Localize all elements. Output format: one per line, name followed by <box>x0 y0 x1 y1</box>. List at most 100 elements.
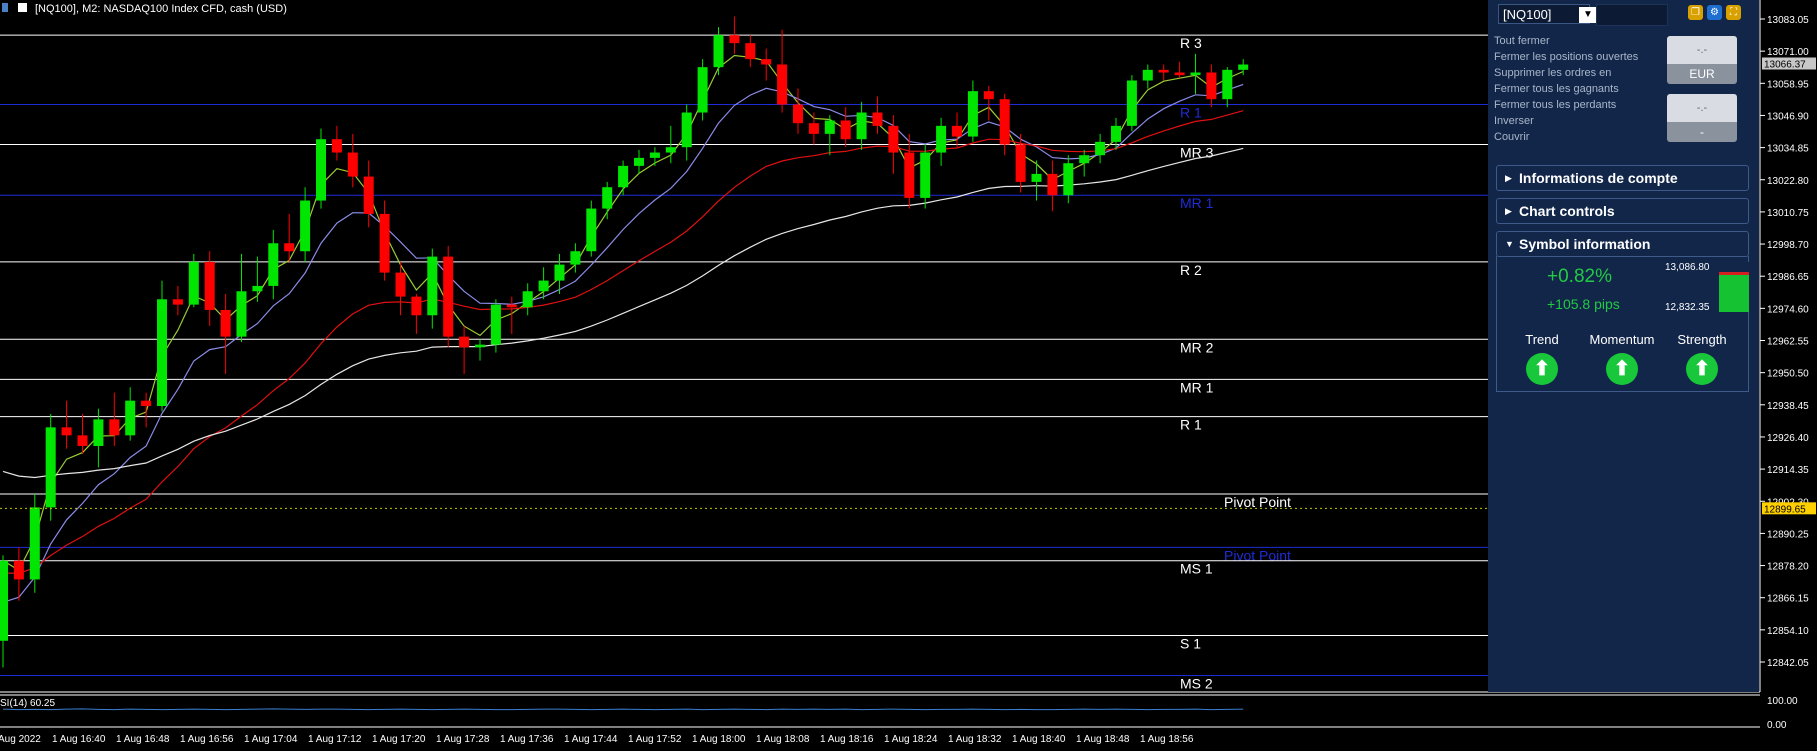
action-close-winners[interactable]: Fermer tous les gagnants <box>1494 81 1659 97</box>
action-close-all[interactable]: Tout fermer <box>1494 33 1659 49</box>
candle-body <box>856 112 867 140</box>
pivot-line-label: MS 2 <box>1180 675 1213 691</box>
price-tick-label: 13071.00 <box>1767 47 1809 58</box>
candle-body <box>300 200 311 252</box>
candle-body <box>1063 163 1074 196</box>
chevron-down-icon: ▼ <box>1505 239 1514 249</box>
price-tick-label: 13022.80 <box>1767 176 1809 187</box>
candle-body <box>109 419 120 436</box>
time-tick-label: 1 Aug 17:52 <box>628 734 682 745</box>
candle-body <box>379 213 390 273</box>
rsi-tick-label: 100.00 <box>1767 696 1798 707</box>
candle-body <box>188 261 199 305</box>
candle-body <box>395 272 406 297</box>
candle-body <box>347 152 358 177</box>
profit-value: -.- <box>1667 36 1737 64</box>
candle-body <box>13 560 24 580</box>
time-axis: Aug 2022 1 Aug 16:40 1 Aug 16:48 1 Aug 16:5… <box>0 726 1760 745</box>
time-tick-label: 1 Aug 17:28 <box>436 734 490 745</box>
pivot-line-label: R 3 <box>1180 35 1202 51</box>
action-delete-orders[interactable]: Supprimer les ordres en <box>1494 65 1659 81</box>
candle-body <box>602 187 613 209</box>
change-pips: +105.8 pips <box>1547 296 1620 312</box>
candle-body <box>1174 72 1185 76</box>
candle-body <box>125 400 136 436</box>
currency-label: EUR <box>1667 64 1737 84</box>
price-tick-label: 12962.55 <box>1767 337 1809 348</box>
price-tick-label: 12986.65 <box>1767 272 1809 283</box>
time-tick-label: 1 Aug 17:44 <box>564 734 618 745</box>
time-tick-label: 1 Aug 18:56 <box>1140 734 1194 745</box>
price-tick-label: 12950.50 <box>1767 369 1809 380</box>
pips-pill[interactable]: -.- - <box>1667 94 1737 142</box>
price-tick-label: 12878.20 <box>1767 562 1809 573</box>
candle-body <box>45 427 56 508</box>
volume-input[interactable] <box>1596 4 1668 26</box>
chart-menu-icon[interactable] <box>2 3 8 12</box>
action-hedge[interactable]: Couvrir <box>1494 129 1659 145</box>
candle-body <box>904 152 915 198</box>
time-tick-label: 1 Aug 18:48 <box>1076 734 1130 745</box>
action-close-losers[interactable]: Fermer tous les perdants <box>1494 97 1659 113</box>
candle-body <box>1222 69 1233 100</box>
chart-type-icon[interactable] <box>18 3 27 12</box>
section-symbol-info[interactable]: ▼ Symbol information <box>1496 231 1749 257</box>
up-arrow-icon: ⬆ <box>1526 353 1558 385</box>
rsi-label: SI(14) 60.25 <box>0 698 55 709</box>
section-account-info[interactable]: ▶ Informations de compte <box>1496 165 1749 191</box>
candle-body <box>840 120 851 140</box>
moving-averages <box>2 54 1244 603</box>
candle-body <box>1206 72 1217 100</box>
price-tick-label: 13058.95 <box>1767 79 1809 90</box>
candle-body <box>1015 144 1026 182</box>
candle-body <box>586 208 597 252</box>
gear-icon[interactable]: ⚙ <box>1707 5 1722 20</box>
candle-body <box>284 243 295 252</box>
chevron-right-icon: ▶ <box>1505 173 1512 183</box>
candle-body <box>1142 69 1153 81</box>
candle-body <box>1126 80 1137 126</box>
time-tick-label: 1 Aug 18:32 <box>948 734 1002 745</box>
time-tick-label: 1 Aug 17:20 <box>372 734 426 745</box>
expand-icon[interactable]: ⛶ <box>1726 5 1741 20</box>
profit-pill[interactable]: -.- EUR <box>1667 36 1737 84</box>
price-tick-label: 12974.60 <box>1767 304 1809 315</box>
window-title-bar: [NQ100], M2: NASDAQ100 Index CFD, cash (… <box>2 3 287 15</box>
day-high: 13,086.80 <box>1665 262 1710 273</box>
indicator-trend: Trend ⬆ <box>1507 332 1577 385</box>
section-chart-controls[interactable]: ▶ Chart controls <box>1496 198 1749 224</box>
candle-body <box>157 299 167 407</box>
pivot-line-label: R 1 <box>1180 105 1202 121</box>
up-arrow-icon: ⬆ <box>1606 353 1638 385</box>
candle-body <box>634 157 644 166</box>
candle-body <box>649 152 660 158</box>
candle-body <box>459 336 470 348</box>
candle-body <box>761 59 772 65</box>
time-tick-label: 1 Aug 18:00 <box>692 734 746 745</box>
section-symbol-info-label: Symbol information <box>1519 236 1651 252</box>
candle-body <box>983 91 994 100</box>
candle-body <box>554 264 565 281</box>
candle-body <box>252 285 263 292</box>
chevron-down-icon[interactable]: ▼ <box>1579 7 1597 23</box>
time-tick-label: 1 Aug 17:36 <box>500 734 554 745</box>
time-tick-label: Aug 2022 <box>0 734 41 745</box>
time-tick-label: 1 Aug 17:12 <box>308 734 362 745</box>
time-tick-label: 1 Aug 18:16 <box>820 734 874 745</box>
action-reverse[interactable]: Inverser <box>1494 113 1659 129</box>
copy-icon[interactable]: ❐ <box>1688 5 1703 20</box>
price-tick-label: 12842.05 <box>1767 658 1809 669</box>
price-tick-label: 13010.75 <box>1767 208 1809 219</box>
price-tick-label: 12926.40 <box>1767 433 1809 444</box>
change-percent: +0.82% <box>1547 266 1612 287</box>
time-tick-label: 1 Aug 16:56 <box>180 734 234 745</box>
pivot-line-label: R 2 <box>1180 262 1202 278</box>
candle-body <box>427 256 438 316</box>
window-title: [NQ100], M2: NASDAQ100 Index CFD, cash (… <box>35 3 287 15</box>
pivot-lines: R 3R 1MR 3MR 1R 2MR 2MR 1R 1Pivot PointP… <box>0 34 1488 691</box>
action-close-open-positions[interactable]: Fermer les positions ouvertes <box>1494 49 1659 65</box>
symbol-select[interactable]: [NQ100] ▼ <box>1498 4 1597 24</box>
candle-body <box>141 400 152 407</box>
candle-body <box>538 280 549 292</box>
candle-body <box>1047 173 1058 196</box>
